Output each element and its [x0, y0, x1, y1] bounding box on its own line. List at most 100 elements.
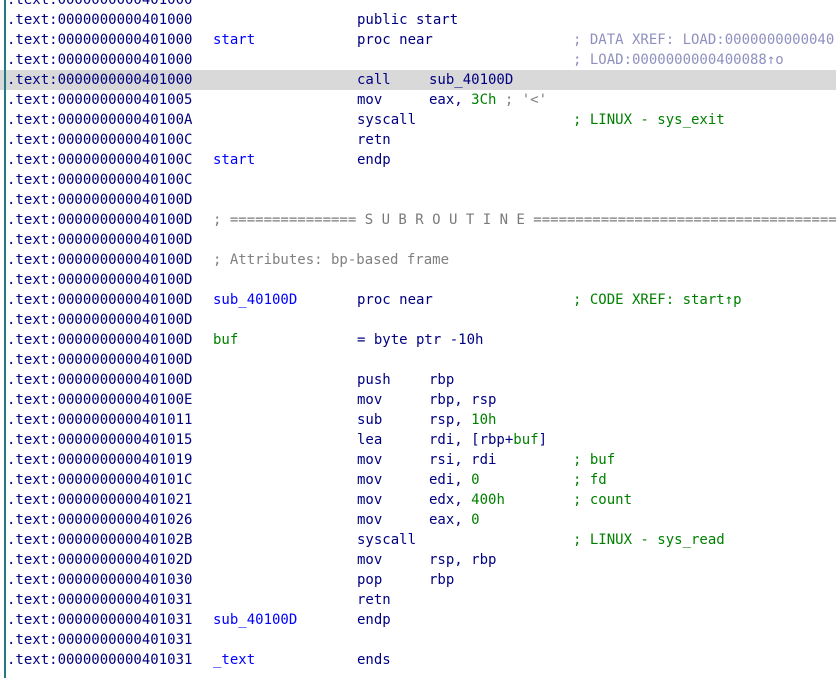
instruction-mnemonic[interactable]: proc near [357, 30, 433, 50]
line-address[interactable]: .text:000000000040101C [7, 470, 192, 490]
line-address[interactable]: .text:000000000040100D [7, 370, 192, 390]
listing-line[interactable]: .text:000000000040100D [0, 230, 836, 250]
line-address[interactable]: .text:000000000040100D [7, 330, 192, 350]
line-address[interactable]: .text:0000000000401000 [7, 10, 192, 30]
line-address[interactable]: .text:0000000000401031 [7, 590, 192, 610]
line-address[interactable]: .text:000000000040100D [7, 270, 192, 290]
line-address[interactable]: .text:000000000040100D [7, 310, 192, 330]
line-address[interactable]: .text:000000000040100C [7, 130, 192, 150]
line-address[interactable]: .text:0000000000401000 [7, 70, 192, 90]
line-address[interactable]: .text:000000000040100D [7, 210, 192, 230]
listing-line[interactable]: .text:0000000000401005 mov eax, 3Ch ; '<' [0, 90, 836, 110]
listing-line[interactable]: .text:0000000000401000 call sub_40100D [0, 70, 836, 90]
listing-line[interactable]: .text:0000000000401031 _text ends [0, 650, 836, 670]
listing-line[interactable]: .text:000000000040100D push rbp [0, 370, 836, 390]
listing-line[interactable]: .text:000000000040100A syscall ; LINUX - s… [0, 110, 836, 130]
instruction-mnemonic[interactable]: syscall [357, 530, 416, 550]
xref-comment[interactable]: ; DATA XREF: LOAD:0000000000040 [573, 30, 834, 50]
listing-line[interactable]: .text:0000000000401011 sub rsp, 10h [0, 410, 836, 430]
line-address[interactable]: .text:000000000040100D [7, 350, 192, 370]
instruction-mnemonic[interactable]: retn [357, 590, 391, 610]
line-address[interactable]: .text:0000000000401031 [7, 630, 192, 650]
instruction-mnemonic[interactable]: mov [357, 90, 382, 110]
code-comment[interactable]: ; count [573, 490, 632, 510]
instruction-operands[interactable]: eax, 3Ch ; '<' [429, 90, 547, 110]
instruction-operands[interactable]: sub_40100D [429, 70, 513, 90]
instruction-mnemonic[interactable]: call [357, 70, 391, 90]
symbol-label[interactable]: sub_40100D [213, 290, 297, 310]
listing-line[interactable]: .text:0000000000401000 [0, 0, 836, 10]
listing-line[interactable]: .text:000000000040100D [0, 310, 836, 330]
listing-line[interactable]: .text:000000000040100C [0, 170, 836, 190]
symbol-label[interactable]: _text [213, 650, 255, 670]
listing-line[interactable]: .text:000000000040100C start endp [0, 150, 836, 170]
line-address[interactable]: .text:0000000000401026 [7, 510, 192, 530]
instruction-mnemonic[interactable]: endp [357, 610, 391, 630]
instruction-operands[interactable]: rdi, [rbp+buf] [429, 430, 547, 450]
line-address[interactable]: .text:000000000040100C [7, 150, 192, 170]
listing-line[interactable]: .text:000000000040100D ; =============== … [0, 210, 836, 230]
instruction-mnemonic[interactable]: endp [357, 150, 391, 170]
listing-line[interactable]: .text:0000000000401000 ; LOAD:00000000004… [0, 50, 836, 70]
listing-line[interactable]: .text:0000000000401031 sub_40100D endp [0, 610, 836, 630]
instruction-operands[interactable]: edx, 400h [429, 490, 505, 510]
instruction-mnemonic[interactable]: mov [357, 450, 382, 470]
listing-line[interactable]: .text:0000000000401031 [0, 630, 836, 650]
instruction-mnemonic[interactable]: retn [357, 130, 391, 150]
line-address[interactable]: .text:0000000000401015 [7, 430, 192, 450]
instruction-mnemonic[interactable]: push [357, 370, 391, 390]
line-address[interactable]: .text:0000000000401011 [7, 410, 192, 430]
listing-line[interactable]: .text:0000000000401031 retn [0, 590, 836, 610]
listing-line[interactable]: .text:0000000000401026 mov eax, 0 [0, 510, 836, 530]
line-address[interactable]: .text:0000000000401031 [7, 610, 192, 630]
instruction-operands[interactable]: rbp [429, 370, 454, 390]
line-address[interactable]: .text:000000000040102D [7, 550, 192, 570]
line-address[interactable]: .text:000000000040100D [7, 190, 192, 210]
listing-line[interactable]: .text:000000000040101C mov edi, 0 ; fd [0, 470, 836, 490]
instruction-mnemonic[interactable]: ends [357, 650, 391, 670]
line-address[interactable]: .text:0000000000401031 [7, 650, 192, 670]
instruction-operands[interactable]: rbp, rsp [429, 390, 496, 410]
line-address[interactable]: .text:0000000000401000 [7, 30, 192, 50]
instruction-mnemonic[interactable]: public start [357, 10, 458, 30]
instruction-mnemonic[interactable]: mov [357, 490, 382, 510]
instruction-operands[interactable]: edi, 0 [429, 470, 480, 490]
listing-line[interactable]: .text:0000000000401015 lea rdi, [rbp+buf] [0, 430, 836, 450]
symbol-label[interactable]: start [213, 150, 255, 170]
line-address[interactable]: .text:0000000000401000 [7, 0, 192, 10]
instruction-mnemonic[interactable]: mov [357, 550, 382, 570]
instruction-mnemonic[interactable]: mov [357, 510, 382, 530]
listing-line[interactable]: .text:000000000040100C retn [0, 130, 836, 150]
line-address[interactable]: .text:0000000000401021 [7, 490, 192, 510]
instruction-operands[interactable]: rsp, 10h [429, 410, 496, 430]
line-address[interactable]: .text:0000000000401019 [7, 450, 192, 470]
line-address[interactable]: .text:000000000040102B [7, 530, 192, 550]
listing-line[interactable]: .text:0000000000401019 mov rsi, rdi ; buf [0, 450, 836, 470]
line-address[interactable]: .text:000000000040100D [7, 250, 192, 270]
listing-line[interactable]: .text:000000000040100D [0, 350, 836, 370]
symbol-label[interactable]: sub_40100D [213, 610, 297, 630]
instruction-mnemonic[interactable]: mov [357, 470, 382, 490]
disassembly-listing[interactable]: .text:0000000000401000 .text:000000000040… [0, 0, 836, 678]
instruction-mnemonic[interactable]: sub [357, 410, 382, 430]
listing-line[interactable]: .text:0000000000401021 mov edx, 400h ; coun… [0, 490, 836, 510]
line-address[interactable]: .text:0000000000401000 [7, 50, 192, 70]
listing-line[interactable]: .text:000000000040100D ; Attributes: bp-b… [0, 250, 836, 270]
listing-line[interactable]: .text:000000000040102D mov rsp, rbp [0, 550, 836, 570]
line-address[interactable]: .text:0000000000401030 [7, 570, 192, 590]
stack-variable-label[interactable]: buf [213, 330, 238, 350]
code-comment[interactable]: ; CODE XREF: start↑p [573, 290, 742, 310]
line-address[interactable]: .text:0000000000401005 [7, 90, 192, 110]
symbol-label[interactable]: start [213, 30, 255, 50]
listing-line[interactable]: .text:0000000000401030 pop rbp [0, 570, 836, 590]
line-address[interactable]: .text:000000000040100D [7, 230, 192, 250]
line-address[interactable]: .text:000000000040100C [7, 170, 192, 190]
code-comment[interactable]: ; LINUX - sys_read [573, 530, 725, 550]
line-address[interactable]: .text:000000000040100E [7, 390, 192, 410]
instruction-mnemonic[interactable]: proc near [357, 290, 433, 310]
instruction-mnemonic[interactable]: syscall [357, 110, 416, 130]
code-comment[interactable]: ; LINUX - sys_exit [573, 110, 725, 130]
listing-line[interactable]: .text:000000000040102B syscall ; LINUX - s… [0, 530, 836, 550]
listing-line[interactable]: .text:0000000000401000 public start [0, 10, 836, 30]
line-address[interactable]: .text:000000000040100A [7, 110, 192, 130]
